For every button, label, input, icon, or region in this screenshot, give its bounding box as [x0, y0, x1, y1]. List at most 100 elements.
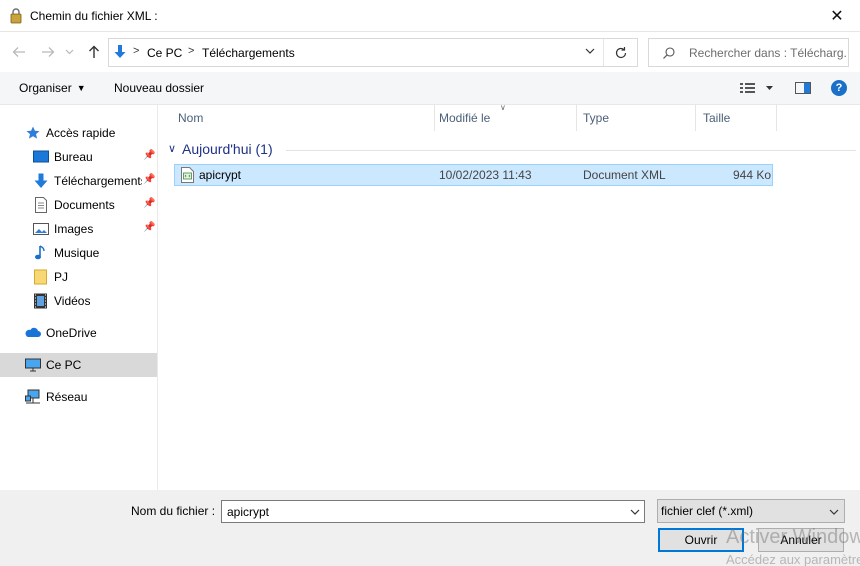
sidebar-item-label: Musique [54, 246, 100, 260]
arrow-up-icon [89, 45, 99, 58]
chevron-down-icon [829, 509, 839, 515]
close-button[interactable]: ✕ [814, 0, 860, 32]
change-view-button[interactable] [740, 81, 776, 98]
filename-combobox[interactable] [221, 500, 645, 523]
breadcrumb-ce-pc[interactable]: Ce PC [147, 46, 182, 60]
desktop-icon [33, 150, 49, 163]
column-header-modified[interactable]: Modifié le [439, 111, 490, 125]
view-list-icon [740, 83, 773, 93]
activation-watermark-subtitle: Accédez aux paramètres [726, 552, 860, 566]
sidebar-item-documents[interactable]: Documents 📌 [0, 193, 157, 217]
search-placeholder: Rechercher dans : Télécharg... [689, 46, 847, 60]
caret-down-icon: ▼ [76, 83, 86, 93]
app-icon [10, 8, 22, 24]
chevron-down-icon [65, 49, 73, 55]
sidebar-item-videos[interactable]: Vidéos [0, 289, 157, 313]
documents-icon [35, 197, 47, 213]
star-icon [26, 126, 40, 139]
onedrive-icon [25, 327, 41, 337]
xml-file-icon [181, 167, 194, 183]
file-modified: 10/02/2023 11:43 [439, 168, 532, 182]
window-title: Chemin du fichier XML : [30, 9, 158, 23]
organize-button[interactable]: Organiser ▼ [19, 81, 86, 95]
organize-label: Organiser [19, 81, 72, 95]
network-icon [25, 389, 40, 404]
group-header[interactable]: ∨ Aujourd'hui (1) [168, 141, 856, 161]
activation-watermark-title: Activer Windows [726, 526, 860, 548]
sidebar-item-reseau[interactable]: Réseau [0, 385, 157, 409]
address-bar[interactable]: > Ce PC > Téléchargements [108, 38, 638, 67]
pin-icon: 📌 [143, 150, 156, 161]
arrow-left-icon [12, 47, 25, 57]
preview-pane-button[interactable] [795, 82, 811, 97]
help-button[interactable]: ? [831, 80, 847, 96]
pin-icon: 📌 [143, 222, 156, 233]
sidebar-item-onedrive[interactable]: OneDrive [0, 321, 157, 345]
refresh-icon [615, 46, 626, 58]
preview-pane-icon [795, 82, 811, 94]
file-type: Document XML [583, 168, 666, 182]
column-header-size[interactable]: Taille [703, 111, 730, 125]
filename-input[interactable] [227, 505, 617, 519]
images-icon [33, 223, 49, 235]
videos-icon [34, 293, 47, 309]
help-icon: ? [835, 82, 843, 94]
group-title: Aujourd'hui (1) [182, 141, 273, 157]
address-dropdown-icon[interactable] [583, 44, 597, 58]
chevron-down-icon: ∨ [168, 143, 177, 155]
sidebar-item-pj[interactable]: PJ [0, 265, 157, 289]
column-header-type[interactable]: Type [583, 111, 609, 125]
search-icon [663, 47, 675, 59]
column-divider[interactable] [576, 105, 577, 131]
file-type-select[interactable]: fichier clef (*.xml) [657, 499, 845, 523]
file-row[interactable]: apicrypt 10/02/2023 11:43 Document XML 9… [174, 164, 773, 186]
sidebar-item-label: Ce PC [46, 358, 82, 372]
chevron-down-icon[interactable] [628, 505, 642, 519]
file-size: 944 Ko [733, 168, 772, 182]
sidebar-item-label: Bureau [54, 150, 93, 164]
pc-icon [25, 358, 41, 372]
arrow-right-icon [42, 47, 55, 57]
search-box[interactable]: Rechercher dans : Télécharg... [648, 38, 849, 67]
sidebar-item-images[interactable]: Images 📌 [0, 217, 157, 241]
back-button[interactable] [9, 42, 29, 62]
column-divider[interactable] [434, 105, 435, 131]
sidebar-item-label: OneDrive [46, 326, 97, 340]
pin-icon: 📌 [143, 174, 156, 185]
sidebar-item-label: Accès rapide [46, 126, 116, 140]
column-header-name[interactable]: Nom [178, 111, 203, 125]
forward-button[interactable] [38, 42, 58, 62]
sidebar-item-label: Réseau [46, 390, 88, 404]
sidebar-item-label: Vidéos [54, 294, 91, 308]
folder-icon [34, 269, 47, 285]
sidebar-item-label: Documents [54, 198, 115, 212]
sidebar-item-ce-pc[interactable]: Ce PC [0, 353, 157, 377]
column-divider[interactable] [695, 105, 696, 131]
close-icon: ✕ [830, 8, 844, 25]
file-type-value: fichier clef (*.xml) [661, 504, 754, 518]
sidebar-item-acces-rapide[interactable]: Accès rapide [0, 121, 157, 145]
filename-label: Nom du fichier : [131, 504, 216, 518]
refresh-button[interactable] [603, 39, 637, 66]
sidebar-item-telechargements[interactable]: Téléchargements 📌 [0, 169, 157, 193]
pin-icon: 📌 [143, 198, 156, 209]
sort-descending-icon: ∨ [500, 103, 506, 112]
up-button[interactable] [84, 42, 104, 62]
column-divider[interactable] [776, 105, 777, 131]
music-icon [35, 245, 45, 260]
command-bar: Organiser ▼ Nouveau dossier ? [0, 72, 860, 105]
sidebar-item-musique[interactable]: Musique [0, 241, 157, 265]
recent-locations-button[interactable] [63, 42, 75, 62]
path-separator: > [133, 45, 140, 57]
sidebar-item-label: Téléchargements [54, 174, 142, 188]
navigation-pane: Accès rapide Bureau 📌 Téléchargements 📌 … [0, 105, 158, 490]
sidebar-item-label: PJ [54, 270, 69, 284]
title-bar: Chemin du fichier XML : ✕ [0, 0, 860, 32]
downloads-icon [34, 173, 48, 188]
breadcrumb-telechargements[interactable]: Téléchargements [202, 46, 295, 60]
new-folder-button[interactable]: Nouveau dossier [114, 81, 204, 95]
sidebar-item-label: Images [54, 222, 94, 236]
downloads-location-icon [114, 45, 126, 58]
sidebar-item-bureau[interactable]: Bureau 📌 [0, 145, 157, 169]
file-list: Nom Modifié le ∨ Type Taille ∨ Aujourd'h… [160, 103, 860, 490]
